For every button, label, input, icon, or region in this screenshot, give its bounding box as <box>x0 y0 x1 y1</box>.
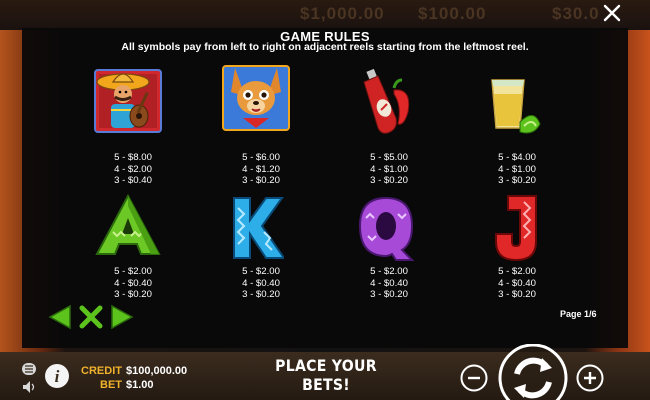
close-x-icon <box>79 305 103 329</box>
hot-sauce-icon <box>350 66 420 136</box>
minus-icon <box>460 364 488 392</box>
paytable-entry: 5 - $6.00 4 - $1.20 3 - $0.20 <box>206 152 316 187</box>
bet-label: BET <box>100 379 122 391</box>
paytable-entry: 5 - $2.00 4 - $0.40 3 - $0.20 <box>334 266 444 301</box>
pay-line: 3 - $0.20 <box>370 289 408 300</box>
credit-value: $100,000.00 <box>126 365 188 377</box>
pay-line: 3 - $0.40 <box>114 175 152 186</box>
decrease-bet-button[interactable] <box>460 364 488 392</box>
menu-button[interactable] <box>22 362 36 375</box>
background-top-text: $30.0 <box>552 4 600 23</box>
letter-j-icon <box>494 194 564 264</box>
speaker-icon <box>23 381 35 393</box>
pay-line: 5 - $6.00 <box>242 152 280 163</box>
paytable-entry: 5 - $4.00 4 - $1.00 3 - $0.20 <box>462 152 572 187</box>
sound-button[interactable] <box>22 380 36 394</box>
pay-line: 5 - $8.00 <box>114 152 152 163</box>
tequila-shot-icon <box>478 70 548 140</box>
letter-a-icon <box>93 192 163 262</box>
arrow-right-icon <box>111 304 134 330</box>
pay-line: 4 - $0.40 <box>370 277 408 289</box>
mariachi-icon <box>93 66 163 136</box>
next-page-button[interactable] <box>110 304 134 330</box>
pay-line: 3 - $0.20 <box>498 289 536 300</box>
background-top-text: $100.00 <box>418 4 487 23</box>
increase-bet-button[interactable] <box>576 364 604 392</box>
paytable-entry: 5 - $2.00 4 - $0.40 3 - $0.20 <box>78 266 188 301</box>
letter-k-icon <box>228 196 298 266</box>
previous-page-button[interactable] <box>48 304 72 330</box>
close-rules-button[interactable] <box>78 304 104 330</box>
pay-line: 3 - $0.20 <box>242 175 280 186</box>
svg-text:i: i <box>55 367 60 386</box>
pay-line: 4 - $0.40 <box>114 277 152 289</box>
rules-description: All symbols pay from left to right on ad… <box>121 41 529 53</box>
pay-line: 5 - $2.00 <box>370 266 408 277</box>
pay-line: 4 - $1.00 <box>370 163 408 175</box>
pay-line: 4 - $1.20 <box>242 163 280 175</box>
pay-line: 4 - $1.00 <box>498 163 536 175</box>
spin-button[interactable] <box>496 343 570 400</box>
menu-icon <box>22 363 36 375</box>
paytable-entry: 5 - $8.00 4 - $2.00 3 - $0.40 <box>78 152 188 187</box>
close-button[interactable] <box>600 1 624 25</box>
info-icon: i <box>45 364 69 388</box>
status-message: PLACE YOUR BETS! <box>275 356 377 394</box>
pay-line: 3 - $0.20 <box>498 175 536 186</box>
close-icon <box>603 4 621 22</box>
pay-line: 5 - $5.00 <box>370 152 408 163</box>
pay-line: 3 - $0.20 <box>242 289 280 300</box>
pay-line: 3 - $0.20 <box>370 175 408 186</box>
plus-icon <box>576 364 604 392</box>
pay-line: 5 - $2.00 <box>242 266 280 277</box>
pay-line: 4 - $0.40 <box>242 277 280 289</box>
background-top-text: $1,000.00 <box>300 4 385 23</box>
letter-q-icon <box>356 196 426 266</box>
paytable-entry: 5 - $2.00 4 - $0.40 3 - $0.20 <box>206 266 316 301</box>
credit-label: CREDIT <box>81 365 122 377</box>
bet-value: $1.00 <box>126 379 154 391</box>
arrow-left-icon <box>48 304 71 330</box>
pay-line: 4 - $0.40 <box>498 277 536 289</box>
pay-line: 5 - $2.00 <box>498 266 536 277</box>
pay-line: 4 - $2.00 <box>114 163 152 175</box>
chihuahua-icon <box>221 62 291 132</box>
background-top-strip: $1,000.00 $100.00 $30.0 <box>0 0 650 30</box>
paytable-entry: 5 - $5.00 4 - $1.00 3 - $0.20 <box>334 152 444 187</box>
page-indicator: Page 1/6 <box>560 309 597 319</box>
pay-line: 3 - $0.20 <box>114 289 152 300</box>
info-button[interactable]: i <box>44 363 70 389</box>
spin-icon <box>498 343 568 400</box>
pay-line: 5 - $2.00 <box>114 266 152 277</box>
pay-line: 5 - $4.00 <box>498 152 536 163</box>
paytable-entry: 5 - $2.00 4 - $0.40 3 - $0.20 <box>462 266 572 301</box>
